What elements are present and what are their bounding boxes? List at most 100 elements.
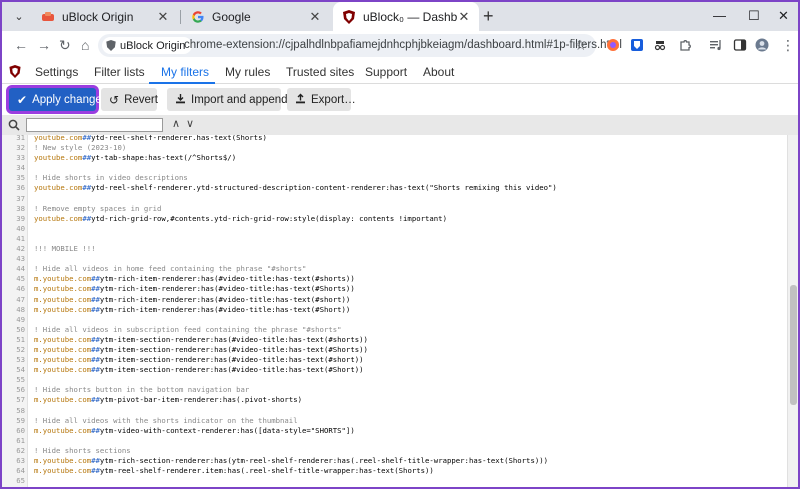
tab-trusted-sites[interactable]: Trusted sites xyxy=(286,65,354,79)
extensions-puzzle-icon[interactable] xyxy=(678,38,692,52)
editor-line[interactable]: 48 m.youtube.com##ytm-rich-item-renderer:… xyxy=(2,305,787,315)
maximize-icon[interactable]: ☐ xyxy=(748,8,760,24)
editor-line[interactable]: 34 xyxy=(2,163,787,173)
editor-line[interactable]: 52 m.youtube.com##ytm-item-section-render… xyxy=(2,345,787,355)
close-tab-icon[interactable]: ✕ xyxy=(457,9,471,25)
editor-line[interactable]: 51 m.youtube.com##ytm-item-section-render… xyxy=(2,335,787,345)
export-button[interactable]: Export… xyxy=(287,88,356,111)
tab-about[interactable]: About xyxy=(423,65,454,79)
import-append-label: Import and append… xyxy=(191,93,300,106)
editor-line[interactable]: 47 m.youtube.com##ytm-rich-item-renderer:… xyxy=(2,295,787,305)
editor-line[interactable]: 33 youtube.com##yt-tab-shape:has-text(/^S… xyxy=(2,153,787,163)
close-window-icon[interactable]: ✕ xyxy=(778,8,789,24)
browser-window: ⌄ uBlock Origin ✕ Google ✕ uBlock₀ — Das… xyxy=(2,2,798,487)
line-code: m.youtube.com##ytm-reel-shelf-renderer.i… xyxy=(34,466,434,476)
tab-ublock-origin[interactable]: uBlock Origin ✕ xyxy=(32,2,178,31)
kebab-menu-icon[interactable]: ⋮ xyxy=(781,37,795,54)
tab-support[interactable]: Support xyxy=(365,65,407,79)
ublock-origin-favicon xyxy=(40,9,56,25)
tab-my-rules[interactable]: My rules xyxy=(225,65,270,79)
editor-line[interactable]: 49 xyxy=(2,315,787,325)
editor-line[interactable]: 56 ! Hide shorts button in the bottom nav… xyxy=(2,385,787,395)
editor-line[interactable]: 66 ! Hide shorts tab on channel pages xyxy=(2,486,787,487)
side-panel-icon[interactable] xyxy=(733,38,747,52)
editor-line[interactable]: 62 ! Hide shorts sections xyxy=(2,446,787,456)
media-controls-icon[interactable] xyxy=(709,38,723,52)
editor-line[interactable]: 54 m.youtube.com##ytm-item-section-render… xyxy=(2,365,787,375)
editor-line[interactable]: 39 youtube.com##ytd-rich-grid-row,#conten… xyxy=(2,214,787,224)
editor-line[interactable]: 63 m.youtube.com##ytm-rich-section-render… xyxy=(2,456,787,466)
editor-scrollbar[interactable] xyxy=(787,135,798,487)
line-code: m.youtube.com##ytm-rich-item-renderer:ha… xyxy=(34,284,355,294)
line-number: 47 xyxy=(16,294,25,304)
editor-line[interactable]: 31 youtube.com##ytd-reel-shelf-renderer.h… xyxy=(2,135,787,143)
editor-line[interactable]: 41 xyxy=(2,234,787,244)
editor-line[interactable]: 64 m.youtube.com##ytm-reel-shelf-renderer… xyxy=(2,466,787,476)
scrollbar-thumb[interactable] xyxy=(790,285,797,405)
editor-line[interactable]: 44 ! Hide all videos in home feed contain… xyxy=(2,264,787,274)
editor-line[interactable]: 42 !!! MOBILE !!! xyxy=(2,244,787,254)
editor-line[interactable]: 59 ! Hide all videos with the shorts indi… xyxy=(2,416,787,426)
editor-line[interactable]: 32 ! New style (2023-10) xyxy=(2,143,787,153)
editor-line[interactable]: 43 xyxy=(2,254,787,264)
profile-avatar[interactable] xyxy=(755,38,769,52)
site-info-chip[interactable]: uBlock Origin xyxy=(102,37,193,54)
line-number: 57 xyxy=(16,395,25,405)
new-tab-plus-icon[interactable]: + xyxy=(483,6,494,27)
editor-line[interactable]: 46 m.youtube.com##ytm-rich-item-renderer:… xyxy=(2,284,787,294)
line-number: 46 xyxy=(16,284,25,294)
editor-line[interactable]: 57 m.youtube.com##ytm-pivot-bar-item-rend… xyxy=(2,395,787,405)
forward-arrow-icon[interactable]: → xyxy=(37,37,51,53)
ublock-shield-favicon xyxy=(341,9,357,25)
import-append-button[interactable]: Import and append… xyxy=(167,88,299,111)
editor-line[interactable]: 60 m.youtube.com##ytm-video-with-context-… xyxy=(2,426,787,436)
minimize-icon[interactable]: — xyxy=(713,8,726,23)
tab-my-filters[interactable]: My filters xyxy=(161,65,209,79)
editor-line[interactable]: 36 youtube.com##ytd-reel-shelf-renderer.y… xyxy=(2,183,787,193)
search-next-icon[interactable]: ∨ xyxy=(186,117,194,130)
close-tab-icon[interactable]: ✕ xyxy=(308,9,322,25)
back-arrow-icon[interactable]: ← xyxy=(14,37,28,53)
line-code: m.youtube.com##ytm-rich-item-renderer:ha… xyxy=(34,294,351,304)
line-number: 31 xyxy=(16,135,25,142)
editor-line[interactable]: 53 m.youtube.com##ytm-item-section-render… xyxy=(2,355,787,365)
apply-changes-button[interactable]: ✔ Apply changes xyxy=(9,88,108,111)
editor-line[interactable]: 45 m.youtube.com##ytm-rich-item-renderer:… xyxy=(2,274,787,284)
chevron-down-icon: ⌄ xyxy=(14,11,24,23)
tab-search-button[interactable]: ⌄ xyxy=(10,8,28,26)
line-number: 64 xyxy=(16,466,25,476)
reload-icon[interactable]: ↻ xyxy=(59,37,71,54)
revert-button[interactable]: ↺ Revert xyxy=(101,88,158,111)
editor-line[interactable]: 65 xyxy=(2,476,787,486)
address-bar[interactable]: uBlock Origin chrome-extension://cjpalhd… xyxy=(98,34,622,57)
ublock-shield-icon xyxy=(106,40,116,51)
tab-google[interactable]: Google ✕ xyxy=(182,2,330,31)
close-tab-icon[interactable]: ✕ xyxy=(156,9,170,25)
editor-line[interactable]: 38 ! Remove empty spaces in grid xyxy=(2,204,787,214)
search-input[interactable] xyxy=(26,118,163,132)
editor-line[interactable]: 55 xyxy=(2,375,787,385)
line-code: ! Hide all videos with the shorts indica… xyxy=(34,415,298,425)
extension-bitwarden-icon[interactable] xyxy=(630,38,644,52)
tab-settings[interactable]: Settings xyxy=(35,65,78,79)
home-icon[interactable]: ⌂ xyxy=(81,37,89,53)
bookmark-star-icon[interactable]: ☆ xyxy=(574,37,587,54)
filters-editor[interactable]: 31 youtube.com##ytd-reel-shelf-renderer.h… xyxy=(2,135,787,487)
tab-ublock-dashboard[interactable]: uBlock₀ — Dashboard ✕ xyxy=(333,2,479,31)
editor-line[interactable]: 50 ! Hide all videos in subscription feed… xyxy=(2,325,787,335)
editor-line[interactable]: 35 ! Hide shorts in video descriptions xyxy=(2,173,787,183)
editor-line[interactable]: 37 xyxy=(2,194,787,204)
line-number: 42 xyxy=(16,244,25,254)
editor-line[interactable]: 58 xyxy=(2,406,787,416)
search-prev-icon[interactable]: ∧ xyxy=(172,117,180,130)
line-number: 38 xyxy=(16,203,25,213)
extension-firefox-relay-icon[interactable] xyxy=(606,38,620,52)
extension-incognito-icon[interactable] xyxy=(653,38,667,52)
editor-line[interactable]: 61 xyxy=(2,436,787,446)
tab-filter-lists[interactable]: Filter lists xyxy=(94,65,145,79)
line-number: 54 xyxy=(16,365,25,375)
line-code: ! New style (2023-10) xyxy=(34,143,127,153)
line-number: 40 xyxy=(16,223,25,233)
editor-line[interactable]: 40 xyxy=(2,224,787,234)
url-text[interactable]: chrome-extension://cjpalhdlnbpafiamejdnh… xyxy=(184,39,622,51)
